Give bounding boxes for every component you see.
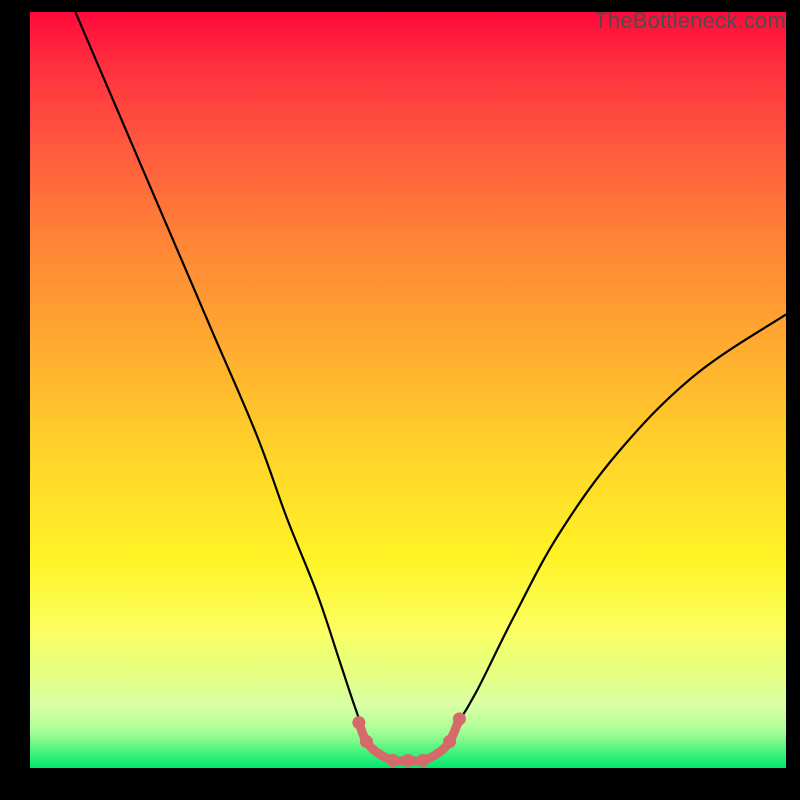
highlight-marker bbox=[417, 754, 430, 767]
highlight-marker bbox=[360, 735, 373, 748]
highlight-marker bbox=[443, 735, 456, 748]
watermark-text: TheBottleneck.com bbox=[594, 8, 786, 34]
chart-frame: TheBottleneck.com bbox=[0, 0, 800, 800]
curve-layer bbox=[30, 12, 786, 768]
highlight-marker bbox=[386, 754, 399, 767]
highlight-marker bbox=[453, 712, 466, 725]
highlight-marker bbox=[352, 716, 365, 729]
plot-area bbox=[30, 12, 786, 768]
highlight-markers bbox=[352, 712, 466, 767]
highlight-marker bbox=[402, 754, 415, 767]
bottleneck-curve-path bbox=[75, 12, 786, 761]
